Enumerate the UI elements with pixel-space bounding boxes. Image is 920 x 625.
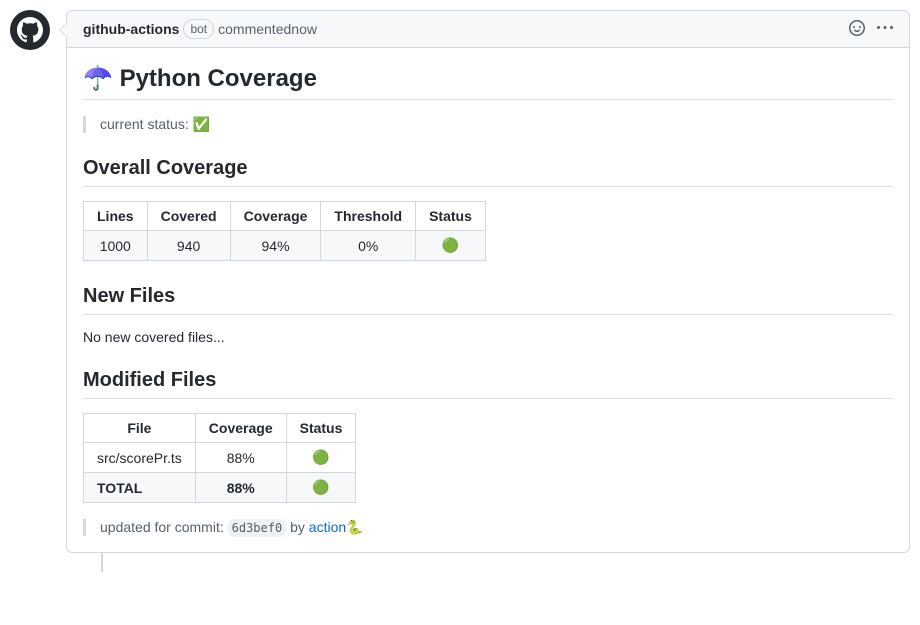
smiley-icon (849, 20, 865, 36)
col-covered: Covered (147, 202, 230, 231)
col-coverage: Coverage (230, 202, 321, 231)
table-row: src/scorePr.ts 88% 🟢 (84, 443, 356, 473)
timestamp[interactable]: now (291, 21, 317, 37)
umbrella-icon: ☂️ (83, 65, 113, 92)
col-threshold: Threshold (321, 202, 416, 231)
timeline-tail (101, 552, 103, 572)
table-row: 1000 940 94% 0% 🟢 (84, 231, 486, 261)
cell-lines: 1000 (84, 231, 148, 261)
cell-coverage: 94% (230, 231, 321, 261)
comment-header: github-actions bot commented now (67, 11, 909, 48)
cell-total-coverage: 88% (195, 473, 286, 503)
cell-covered: 940 (147, 231, 230, 261)
kebab-horizontal-icon (877, 20, 893, 36)
col-file: File (84, 414, 196, 443)
cell-total-label: TOTAL (84, 473, 196, 503)
footer-prefix: updated for commit: (100, 519, 228, 535)
author-link[interactable]: github-actions (83, 21, 179, 37)
table-total-row: TOTAL 88% 🟢 (84, 473, 356, 503)
cell-threshold: 0% (321, 231, 416, 261)
comment-box: github-actions bot commented now ☂️ Pyth… (66, 10, 910, 553)
cell-total-status: 🟢 (286, 473, 356, 503)
status-blockquote: current status: ✅ (83, 116, 893, 133)
col-coverage: Coverage (195, 414, 286, 443)
cell-file: src/scorePr.ts (84, 443, 196, 473)
overall-heading: Overall Coverage (83, 157, 893, 187)
col-status: Status (286, 414, 356, 443)
github-icon (17, 17, 43, 43)
comment-body: ☂️ Python Coverage current status: ✅ Ove… (67, 48, 909, 552)
new-files-heading: New Files (83, 285, 893, 315)
modified-table: File Coverage Status src/scorePr.ts 88% … (83, 413, 356, 503)
header-actions (849, 20, 893, 39)
avatar[interactable] (10, 10, 50, 50)
actor-link[interactable]: action (309, 519, 346, 535)
kebab-menu-button[interactable] (877, 20, 893, 39)
status-emoji: ✅ (193, 116, 210, 132)
cell-status: 🟢 (286, 443, 356, 473)
col-status: Status (416, 202, 486, 231)
cell-status: 🟢 (416, 231, 486, 261)
header-action-text: commented (218, 21, 291, 37)
overall-table: Lines Covered Coverage Threshold Status … (83, 201, 486, 261)
page-title: ☂️ Python Coverage (83, 64, 893, 100)
comment-wrapper: github-actions bot commented now ☂️ Pyth… (10, 10, 910, 553)
col-lines: Lines (84, 202, 148, 231)
commit-sha: 6d3bef0 (228, 519, 287, 537)
table-header-row: Lines Covered Coverage Threshold Status (84, 202, 486, 231)
table-header-row: File Coverage Status (84, 414, 356, 443)
emoji-reaction-button[interactable] (849, 20, 865, 39)
snake-icon: 🐍 (346, 519, 363, 535)
status-prefix: current status: (100, 116, 193, 132)
footer-blockquote: updated for commit: 6d3bef0 by action🐍 (83, 519, 893, 536)
new-files-message: No new covered files... (83, 329, 893, 345)
modified-files-heading: Modified Files (83, 369, 893, 399)
footer-by: by (286, 519, 309, 535)
cell-coverage: 88% (195, 443, 286, 473)
bot-badge: bot (183, 19, 214, 39)
title-text: Python Coverage (120, 65, 317, 92)
